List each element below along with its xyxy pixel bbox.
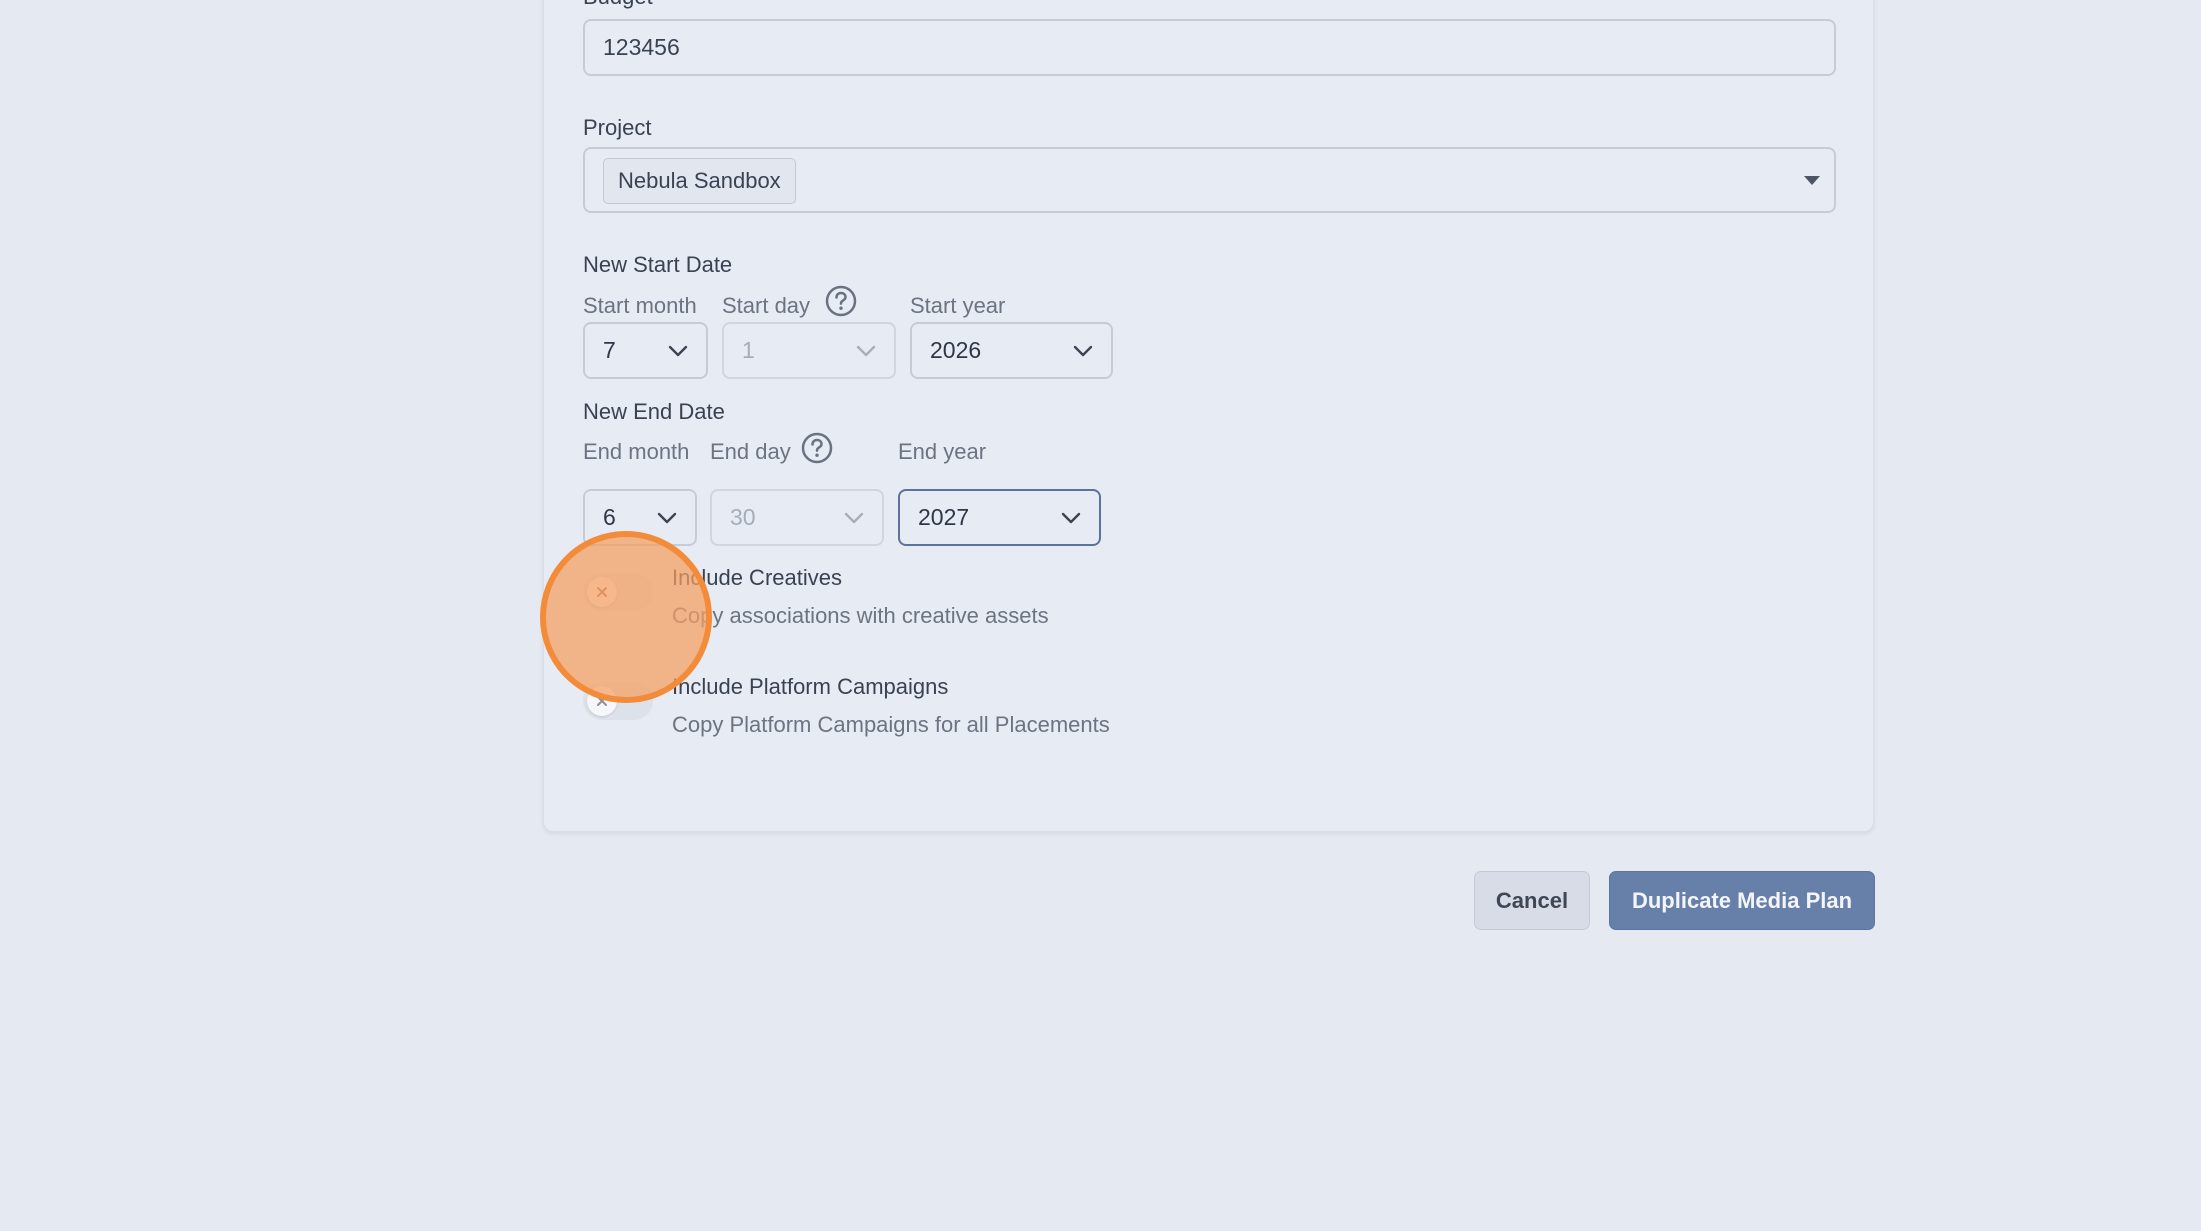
end-day-select: 30 xyxy=(710,489,884,546)
include-platform-campaigns-description: Copy Platform Campaigns for all Placemen… xyxy=(672,712,1110,737)
include-creatives-title: Include Creatives xyxy=(672,565,842,590)
toggle-knob xyxy=(587,686,617,716)
duplicate-media-plan-button[interactable]: Duplicate Media Plan xyxy=(1609,871,1875,930)
project-chip[interactable]: Nebula Sandbox xyxy=(603,158,796,204)
start-day-label: Start day xyxy=(722,293,811,318)
budget-input[interactable]: 123456 xyxy=(583,19,1836,76)
start-month-value: 7 xyxy=(603,337,616,363)
question-circle-icon[interactable] xyxy=(825,285,857,317)
end-day-label: End day xyxy=(710,439,791,464)
end-date-heading: New End Date xyxy=(583,399,725,424)
toggle-knob xyxy=(587,577,617,607)
include-platform-campaigns-toggle[interactable] xyxy=(583,682,653,720)
start-month-label: Start month xyxy=(583,293,697,318)
start-day-select: 1 xyxy=(722,322,896,379)
start-month-select[interactable]: 7 xyxy=(583,322,708,379)
duplicate-media-plan-form: Budget 123456 Project Nebula Sandbox New… xyxy=(543,0,1874,832)
project-label: Project xyxy=(583,115,652,140)
project-select[interactable]: Nebula Sandbox xyxy=(583,147,1836,213)
chevron-down-icon xyxy=(844,512,864,523)
cancel-button[interactable]: Cancel xyxy=(1474,871,1590,930)
start-year-select[interactable]: 2026 xyxy=(910,322,1113,379)
start-day-value: 1 xyxy=(742,337,755,363)
start-date-heading: New Start Date xyxy=(583,252,733,277)
start-year-value: 2026 xyxy=(930,337,982,363)
chevron-down-icon xyxy=(657,512,677,523)
end-month-select[interactable]: 6 xyxy=(583,489,697,546)
question-circle-icon[interactable] xyxy=(801,432,833,464)
include-creatives-toggle[interactable] xyxy=(583,573,653,611)
end-year-label: End year xyxy=(898,439,987,464)
chevron-down-icon xyxy=(1073,345,1093,356)
chevron-down-icon xyxy=(668,345,688,356)
start-year-label: Start year xyxy=(910,293,1006,318)
include-creatives-description: Copy associations with creative assets xyxy=(672,603,1049,628)
end-month-value: 6 xyxy=(603,504,616,530)
x-icon xyxy=(597,587,607,597)
end-year-select[interactable]: 2027 xyxy=(898,489,1101,546)
chevron-down-icon xyxy=(1061,512,1081,523)
chevron-down-icon xyxy=(856,345,876,356)
end-month-label: End month xyxy=(583,439,690,464)
end-year-value: 2027 xyxy=(918,504,970,530)
caret-down-icon[interactable] xyxy=(1804,176,1820,185)
include-platform-campaigns-title: Include Platform Campaigns xyxy=(672,674,949,699)
budget-value: 123456 xyxy=(603,34,680,60)
x-icon xyxy=(597,696,607,706)
end-day-value: 30 xyxy=(730,504,756,530)
budget-label: Budget xyxy=(583,0,653,10)
